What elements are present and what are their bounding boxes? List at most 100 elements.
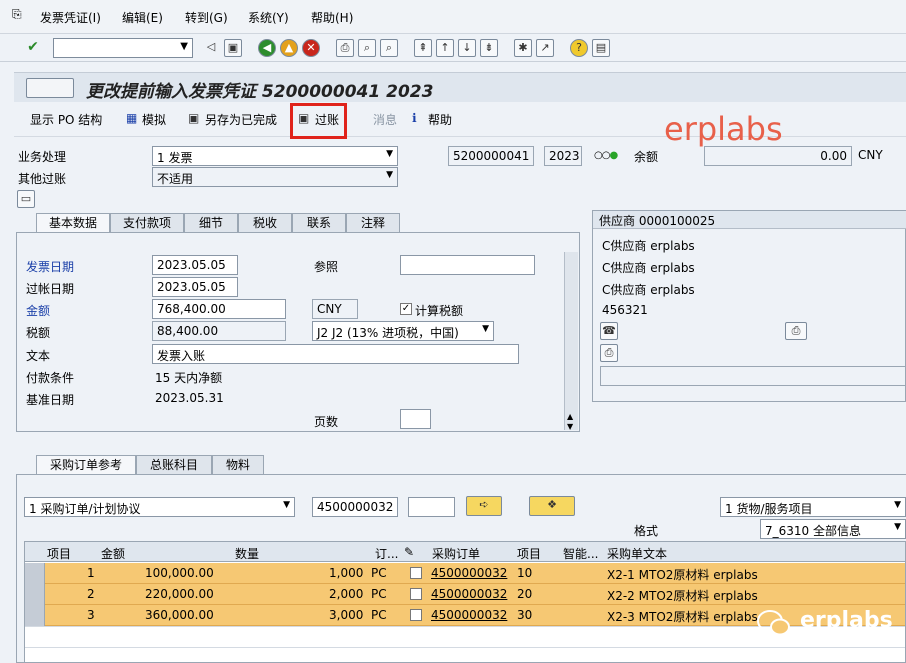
amount-input[interactable]: 768,400.00 xyxy=(152,299,286,319)
menu-goto[interactable]: 转到(G) xyxy=(185,9,228,26)
other-posting-dropdown[interactable]: 不适用 xyxy=(152,167,398,187)
col-smart[interactable]: 智能... xyxy=(563,545,598,562)
tab-tax[interactable]: 税收 xyxy=(238,213,292,233)
text-input[interactable]: 发票入账 xyxy=(152,344,519,364)
layout-icon[interactable]: ▤ xyxy=(592,39,610,57)
last-page-icon[interactable]: ⇟ xyxy=(480,39,498,57)
tab-details[interactable]: 细节 xyxy=(184,213,238,233)
simulate-icon: ▦ xyxy=(126,111,138,125)
table-row[interactable]: 1 100,000.00 1,000 PC 4500000032 10 X2-1… xyxy=(25,563,905,584)
cell-po-link[interactable]: 4500000032 xyxy=(431,587,507,601)
invoice-items-table: 项目 金额 数量 订... ✎ 采购订单 项目 智能... 采购单文本 1 10… xyxy=(24,541,906,663)
layout-dropdown[interactable]: 7_6310 全部信息 xyxy=(760,519,906,539)
col-amount[interactable]: 金额 xyxy=(101,545,125,562)
scroll-down-icon[interactable]: ▼ xyxy=(567,422,573,431)
transaction-dropdown[interactable]: 1 发票 xyxy=(152,146,398,166)
po-item-input[interactable] xyxy=(408,497,455,517)
row-checkbox[interactable] xyxy=(410,588,422,600)
col-po-item[interactable]: 项目 xyxy=(517,545,541,562)
calc-tax-checkbox[interactable]: ✓ xyxy=(400,303,412,315)
invoice-date-label: 发票日期 xyxy=(26,260,75,274)
cancel-icon[interactable]: ✕ xyxy=(302,39,320,57)
arrow-right-icon[interactable]: ➪ xyxy=(466,496,502,516)
shortcut-icon[interactable]: ↗ xyxy=(536,39,554,57)
cell-amount[interactable]: 360,000.00 xyxy=(145,608,214,622)
posting-date-input[interactable]: 2023.05.05 xyxy=(152,277,238,297)
cell-po-item: 30 xyxy=(517,608,533,622)
cell-po-link[interactable]: 4500000032 xyxy=(431,608,507,622)
header-toggle-icon[interactable]: ▭ xyxy=(17,190,35,208)
menu-help[interactable]: 帮助(H) xyxy=(311,9,353,26)
print-icon[interactable]: ⎙ xyxy=(336,39,354,57)
multi-select-icon[interactable]: ❖ xyxy=(529,496,575,516)
help-icon[interactable]: ? xyxy=(570,39,588,57)
cell-quantity[interactable]: 3,000 xyxy=(329,608,363,622)
row-checkbox[interactable] xyxy=(410,567,422,579)
exit-icon[interactable]: ▲ xyxy=(280,39,298,57)
save-as-complete-button[interactable]: 另存为已完成 xyxy=(205,111,277,128)
next-page-icon[interactable]: ↓ xyxy=(458,39,476,57)
back-icon[interactable]: ◀ xyxy=(258,39,276,57)
cell-quantity[interactable]: 1,000 xyxy=(329,566,363,580)
tab-po-reference[interactable]: 采购订单参考 xyxy=(36,455,136,475)
scroll-up-icon[interactable]: ▲ xyxy=(567,412,573,421)
cell-po-link[interactable]: 4500000032 xyxy=(431,566,507,580)
menu-edit[interactable]: 编辑(E) xyxy=(122,9,163,26)
vendor-print-icon[interactable]: ⎙ xyxy=(785,322,807,340)
col-po[interactable]: 采购订单 xyxy=(432,545,480,562)
telephone-icon[interactable]: ☎ xyxy=(600,322,618,340)
enter-check-icon[interactable]: ✔ xyxy=(24,39,42,57)
table-row[interactable]: 2 220,000.00 2,000 PC 4500000032 20 X2-2… xyxy=(25,584,905,605)
cell-quantity[interactable]: 2,000 xyxy=(329,587,363,601)
system-menu-icon[interactable]: ⎘ xyxy=(12,7,22,22)
cell-item: 2 xyxy=(87,587,95,601)
pages-input[interactable] xyxy=(400,409,431,429)
cell-amount[interactable]: 220,000.00 xyxy=(145,587,214,601)
wechat-logo-icon xyxy=(756,608,792,638)
command-field[interactable]: ▼ xyxy=(53,38,193,58)
tab-notes[interactable]: 注释 xyxy=(346,213,400,233)
cell-unit: PC xyxy=(371,587,387,601)
tax-code-dropdown[interactable]: J2 J2 (13% 进项税，中国) xyxy=(312,321,494,341)
menu-invoice-doc[interactable]: 发票凭证(I) xyxy=(40,9,101,26)
back-arrow-icon[interactable]: ◁ xyxy=(202,39,220,57)
screen-menu-icon[interactable] xyxy=(26,78,74,98)
tab-payment[interactable]: 支付款项 xyxy=(110,213,184,233)
cell-amount[interactable]: 100,000.00 xyxy=(145,566,214,580)
reference-type-dropdown[interactable]: 1 采购订单/计划协议 xyxy=(24,497,295,517)
tab-gl-account[interactable]: 总账科目 xyxy=(136,455,212,475)
messages-button[interactable]: 消息 xyxy=(373,111,397,128)
invoice-date-input[interactable]: 2023.05.05 xyxy=(152,255,238,275)
info-icon: ℹ xyxy=(412,111,417,125)
new-session-icon[interactable]: ✱ xyxy=(514,39,532,57)
cell-unit: PC xyxy=(371,608,387,622)
row-selector[interactable] xyxy=(25,584,45,605)
help-button[interactable]: 帮助 xyxy=(428,111,452,128)
tab-contact[interactable]: 联系 xyxy=(292,213,346,233)
po-number-input[interactable]: 4500000032 xyxy=(312,497,398,517)
simulate-button[interactable]: 模拟 xyxy=(142,111,166,128)
item-type-dropdown[interactable]: 1 货物/服务项目 xyxy=(720,497,906,517)
col-select-icon[interactable]: ✎ xyxy=(404,545,414,559)
col-item[interactable]: 项目 xyxy=(47,545,71,562)
reference-input[interactable] xyxy=(400,255,535,275)
vertical-scrollbar[interactable]: ▲ ▼ xyxy=(564,252,578,431)
pages-label: 页数 xyxy=(314,415,339,429)
row-selector[interactable] xyxy=(25,605,45,626)
show-po-structure-button[interactable]: 显示 PO 结构 xyxy=(30,111,102,128)
menu-system[interactable]: 系统(Y) xyxy=(248,9,289,26)
find-next-icon[interactable]: ⌕ xyxy=(380,39,398,57)
find-icon[interactable]: ⌕ xyxy=(358,39,376,57)
first-page-icon[interactable]: ⇞ xyxy=(414,39,432,57)
col-po-text[interactable]: 采购单文本 xyxy=(607,545,667,562)
fax-icon[interactable]: ⎙ xyxy=(600,344,618,362)
status-lights-icon: ○○● xyxy=(594,150,618,161)
col-order-unit[interactable]: 订... xyxy=(375,545,398,562)
row-selector[interactable] xyxy=(25,563,45,584)
col-quantity[interactable]: 数量 xyxy=(235,545,259,562)
save-icon[interactable]: ▣ xyxy=(224,39,242,57)
tab-material[interactable]: 物料 xyxy=(212,455,264,475)
row-checkbox[interactable] xyxy=(410,609,422,621)
prev-page-icon[interactable]: ↑ xyxy=(436,39,454,57)
tab-basic-data[interactable]: 基本数据 xyxy=(36,213,110,233)
